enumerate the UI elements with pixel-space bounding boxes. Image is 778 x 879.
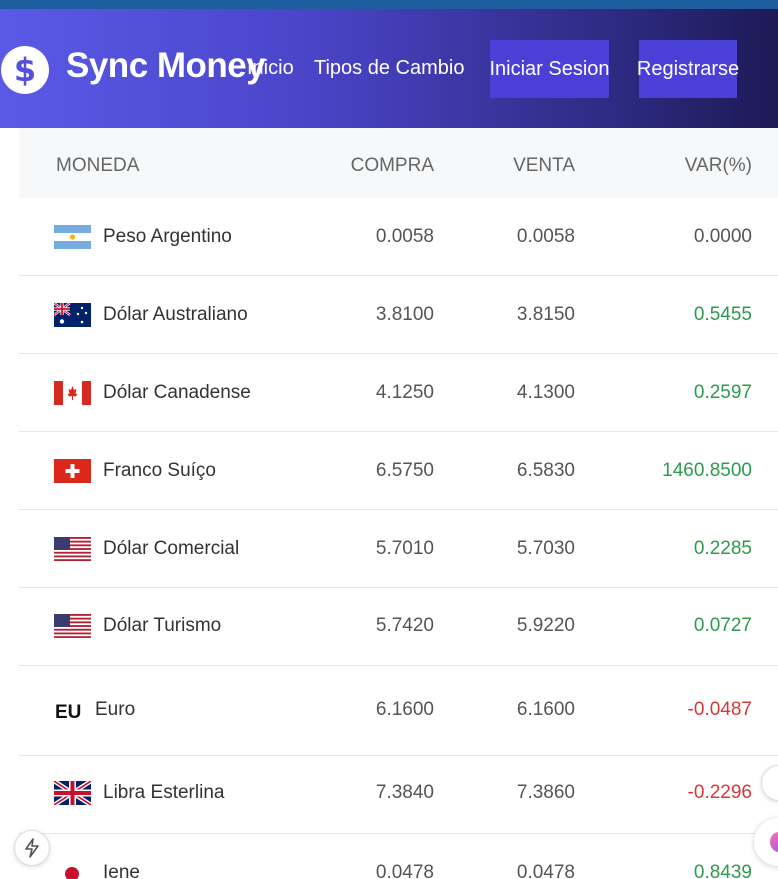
japan-flag-icon bbox=[65, 867, 79, 879]
var-value: 0.0000 bbox=[693, 226, 752, 247]
var-value: 0.8439 bbox=[693, 862, 752, 879]
table-row[interactable]: Dólar Turismo 5.7420 5.9220 0.0727 bbox=[19, 588, 778, 666]
nav-link-tipos-de-cambio[interactable]: Tipos de Cambio bbox=[314, 57, 464, 80]
compra-value: 7.3840 bbox=[375, 782, 434, 803]
compra-value: 5.7010 bbox=[375, 538, 434, 559]
currency-name: Franco Suíço bbox=[103, 460, 216, 481]
currency-name: Euro bbox=[95, 699, 136, 720]
currency-name: Libra Esterlina bbox=[103, 782, 225, 803]
compra-value: 6.5750 bbox=[375, 460, 434, 481]
uk-flag-icon bbox=[54, 781, 91, 805]
venta-value: 7.3860 bbox=[516, 782, 575, 803]
table-row[interactable]: Peso Argentino 0.0058 0.0058 0.0000 bbox=[19, 198, 778, 276]
venta-value: 4.1300 bbox=[516, 382, 575, 403]
dollar-logo-icon[interactable]: $ bbox=[1, 46, 49, 94]
header-venta: VENTA bbox=[513, 155, 575, 176]
var-value: 1460.8500 bbox=[662, 460, 752, 481]
compra-value: 0.0058 bbox=[375, 226, 434, 247]
eu-label-icon: EU bbox=[55, 702, 82, 723]
table-header: MONEDA COMPRA VENTA VAR(%) bbox=[19, 128, 778, 198]
top-accent-bar bbox=[0, 0, 778, 9]
header-var: VAR(%) bbox=[684, 155, 752, 176]
currency-name: Iene bbox=[103, 862, 140, 879]
australia-flag-icon bbox=[54, 303, 91, 327]
usa-flag-icon bbox=[54, 537, 91, 561]
lightning-icon[interactable] bbox=[14, 830, 50, 866]
var-value: 0.2285 bbox=[693, 538, 752, 559]
table-row[interactable]: Dólar Comercial 5.7010 5.7030 0.2285 bbox=[19, 510, 778, 588]
venta-value: 0.0478 bbox=[516, 862, 575, 879]
compra-value: 6.1600 bbox=[375, 699, 434, 720]
site-header: $ Sync Money Inicio Tipos de Cambio Inic… bbox=[0, 9, 778, 128]
table-row[interactable]: EU Euro 6.1600 6.1600 -0.0487 bbox=[19, 666, 778, 756]
compra-value: 4.1250 bbox=[375, 382, 434, 403]
usa-flag-icon bbox=[54, 614, 91, 638]
switzerland-flag-icon bbox=[54, 459, 91, 483]
venta-value: 5.9220 bbox=[516, 615, 575, 636]
header-compra: COMPRA bbox=[350, 155, 434, 176]
currency-name: Dólar Canadense bbox=[103, 382, 251, 403]
var-value: -0.2296 bbox=[687, 782, 752, 803]
register-button[interactable]: Registrarse bbox=[637, 40, 739, 98]
venta-value: 3.8150 bbox=[516, 304, 575, 325]
argentina-flag-icon bbox=[54, 225, 91, 249]
compra-value: 3.8100 bbox=[375, 304, 434, 325]
login-button[interactable]: Iniciar Sesion bbox=[489, 40, 610, 98]
compra-value: 5.7420 bbox=[375, 615, 434, 636]
var-value: 0.5455 bbox=[693, 304, 752, 325]
exchange-rate-table: MONEDA COMPRA VENTA VAR(%) Peso Argentin… bbox=[19, 128, 778, 879]
var-value: 0.0727 bbox=[693, 615, 752, 636]
venta-value: 0.0058 bbox=[516, 226, 575, 247]
canada-flag-icon bbox=[54, 381, 91, 405]
compra-value: 0.0478 bbox=[375, 862, 434, 879]
table-row[interactable]: Iene 0.0478 0.0478 0.8439 bbox=[19, 834, 778, 879]
venta-value: 6.5830 bbox=[516, 460, 575, 481]
currency-name: Dólar Comercial bbox=[103, 538, 240, 559]
currency-name: Dólar Australiano bbox=[103, 304, 248, 325]
var-value: -0.0487 bbox=[687, 699, 752, 720]
table-row[interactable]: Dólar Canadense 4.1250 4.1300 0.2597 bbox=[19, 354, 778, 432]
currency-name: Peso Argentino bbox=[103, 226, 232, 247]
nav-link-inicio[interactable]: Inicio bbox=[247, 57, 294, 80]
currency-name: Dólar Turismo bbox=[103, 615, 222, 636]
brand-name[interactable]: Sync Money bbox=[66, 46, 266, 86]
table-row[interactable]: Dólar Australiano 3.8100 3.8150 0.5455 bbox=[19, 276, 778, 354]
table-row[interactable]: Libra Esterlina 7.3840 7.3860 -0.2296 bbox=[19, 756, 778, 834]
header-moneda: MONEDA bbox=[56, 155, 140, 176]
table-row[interactable]: Franco Suíço 6.5750 6.5830 1460.8500 bbox=[19, 432, 778, 510]
venta-value: 5.7030 bbox=[516, 538, 575, 559]
venta-value: 6.1600 bbox=[516, 699, 575, 720]
var-value: 0.2597 bbox=[693, 382, 752, 403]
